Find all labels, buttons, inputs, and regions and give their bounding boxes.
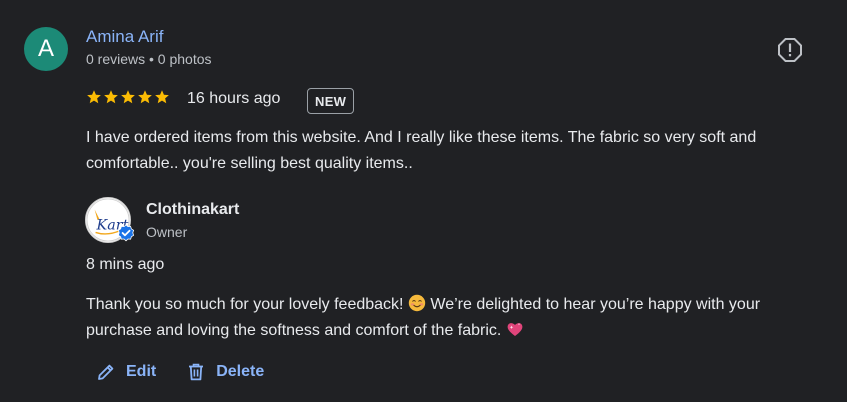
- star-icon: [155, 90, 169, 104]
- pencil-icon: [98, 364, 114, 380]
- owner-role: Owner: [146, 224, 188, 240]
- reviewer-name-link[interactable]: Amina Arif: [86, 27, 163, 47]
- star-icon: [121, 90, 135, 104]
- avatar-letter: A: [37, 35, 54, 62]
- smiling-face-emoji-icon: [408, 294, 426, 312]
- review-text: I have ordered items from this website. …: [86, 129, 757, 172]
- delete-label: Delete: [216, 363, 265, 380]
- reply-time: 8 mins ago: [86, 256, 165, 273]
- review-card: A Amina Arif 0 reviews • 0 photos 16 hou…: [0, 0, 847, 402]
- star-rating: [86, 89, 170, 105]
- reviewer-avatar[interactable]: A: [24, 27, 68, 71]
- star-icon: [87, 90, 101, 104]
- review-time: 16 hours ago: [187, 90, 281, 107]
- star-icon: [104, 90, 118, 104]
- owner-reply-text: Thank you so much for your lovely feedba…: [86, 292, 826, 344]
- delete-button[interactable]: Delete: [186, 362, 264, 382]
- owner-name: Clothinakart: [146, 201, 240, 218]
- reply-actions: Edit Delete: [96, 362, 264, 382]
- sparkling-heart-emoji-icon: [507, 323, 523, 336]
- new-badge: NEW: [307, 88, 355, 114]
- star-icon: [138, 90, 152, 104]
- report-icon[interactable]: [777, 37, 803, 63]
- edit-label: Edit: [126, 363, 157, 380]
- reviewer-meta: 0 reviews • 0 photos: [86, 51, 212, 67]
- edit-button[interactable]: Edit: [96, 362, 156, 382]
- verified-check-icon: [117, 224, 135, 242]
- reply-text-part1: Thank you so much for your lovely feedba…: [86, 296, 408, 313]
- trash-icon: [189, 363, 204, 381]
